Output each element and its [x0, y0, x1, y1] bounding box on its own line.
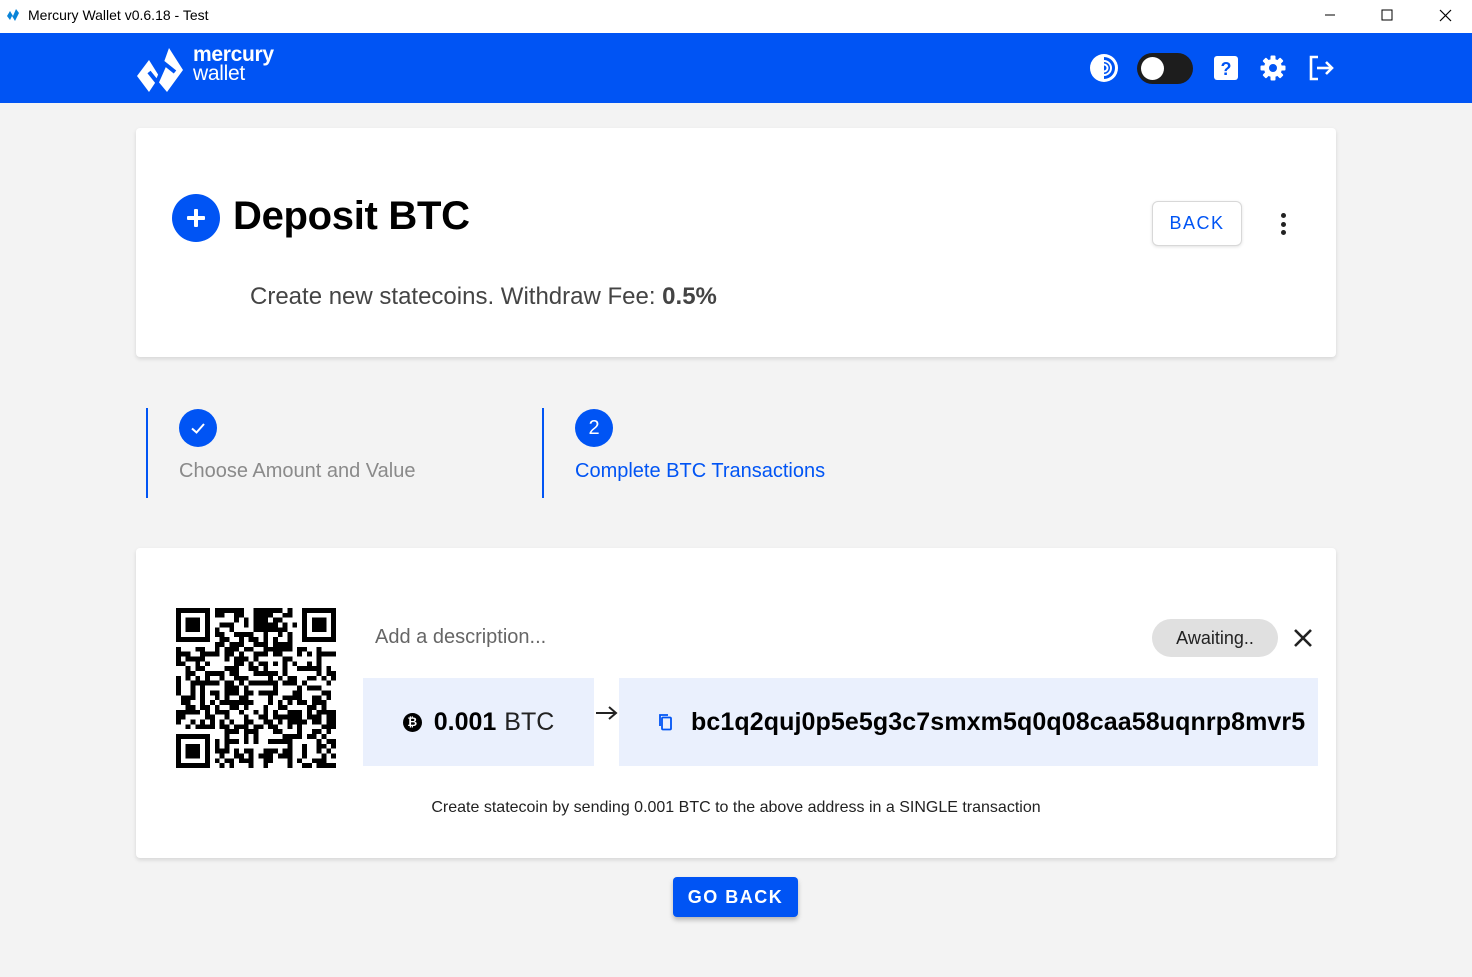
- app-header: mercury wallet ?: [0, 33, 1472, 103]
- logo-line-2: wallet: [193, 62, 245, 85]
- subtitle-text: Create new statecoins. Withdraw Fee:: [250, 283, 663, 310]
- status-badge: Awaiting..: [1152, 619, 1278, 657]
- minimize-button[interactable]: [1301, 0, 1359, 30]
- withdraw-fee-value: 0.5%: [662, 283, 717, 310]
- logout-icon: [1309, 55, 1334, 81]
- minimize-icon: [1325, 14, 1335, 16]
- deposit-address-card: Add a description... Awaiting.. ₿ 0.001 …: [136, 548, 1336, 858]
- step-choose-amount: Choose Amount and Value: [146, 408, 526, 498]
- maximize-button[interactable]: [1358, 0, 1416, 30]
- amount-box: ₿ 0.001 BTC: [363, 678, 594, 766]
- logo-wordmark[interactable]: mercury wallet: [193, 44, 274, 85]
- deposit-address[interactable]: bc1q2quj0p5e5g3c7smxm5q0q08caa58uqnrp8mv…: [691, 708, 1305, 737]
- step-1-label: Choose Amount and Value: [179, 460, 416, 482]
- mercury-logo-icon[interactable]: [135, 42, 185, 94]
- amount-unit: BTC: [504, 707, 555, 736]
- deposit-plus-icon: [172, 194, 220, 242]
- qr-code: [176, 608, 336, 768]
- page-title: Deposit BTC: [233, 194, 470, 238]
- go-back-button[interactable]: GO BACK: [673, 877, 798, 917]
- tor-icon: [1090, 54, 1118, 82]
- step-complete-transactions: 2 Complete BTC Transactions: [542, 408, 922, 498]
- tor-button[interactable]: [1087, 51, 1121, 85]
- window-close-button[interactable]: [1416, 0, 1472, 30]
- maximize-icon: [1381, 9, 1393, 21]
- toggle-knob: [1141, 57, 1164, 80]
- help-icon-glyph: ?: [1221, 59, 1232, 79]
- back-button[interactable]: BACK: [1152, 201, 1242, 246]
- step-2-number: 2: [575, 409, 613, 447]
- close-icon[interactable]: [1291, 626, 1315, 650]
- description-input[interactable]: Add a description...: [375, 626, 546, 649]
- window-title: Mercury Wallet v0.6.18 - Test: [28, 7, 209, 23]
- address-box: bc1q2quj0p5e5g3c7smxm5q0q08caa58uqnrp8mv…: [619, 678, 1318, 766]
- gear-icon: [1260, 55, 1286, 81]
- arrow-right-icon: [596, 706, 618, 720]
- settings-button[interactable]: [1256, 51, 1290, 85]
- deposit-header-card: Deposit BTC Create new statecoins. Withd…: [136, 128, 1336, 357]
- app-logo-icon: [7, 9, 19, 21]
- deposit-instruction: Create statecoin by sending 0.001 BTC to…: [431, 799, 1041, 816]
- step-2-label: Complete BTC Transactions: [575, 460, 826, 482]
- logout-button[interactable]: [1304, 51, 1338, 85]
- theme-toggle-switch[interactable]: [1137, 53, 1193, 84]
- help-button[interactable]: ?: [1209, 51, 1243, 85]
- amount-value: 0.001: [433, 707, 497, 736]
- window-titlebar: Mercury Wallet v0.6.18 - Test: [0, 0, 1472, 33]
- page-subtitle: Create new statecoins. Withdraw Fee: 0.5…: [250, 283, 717, 311]
- copy-icon[interactable]: [657, 713, 673, 731]
- more-options-icon[interactable]: [1271, 210, 1295, 238]
- step-1-check-icon: [179, 409, 217, 447]
- bitcoin-icon: ₿: [402, 712, 422, 732]
- help-icon: ?: [1214, 56, 1238, 80]
- close-icon: [1439, 9, 1451, 21]
